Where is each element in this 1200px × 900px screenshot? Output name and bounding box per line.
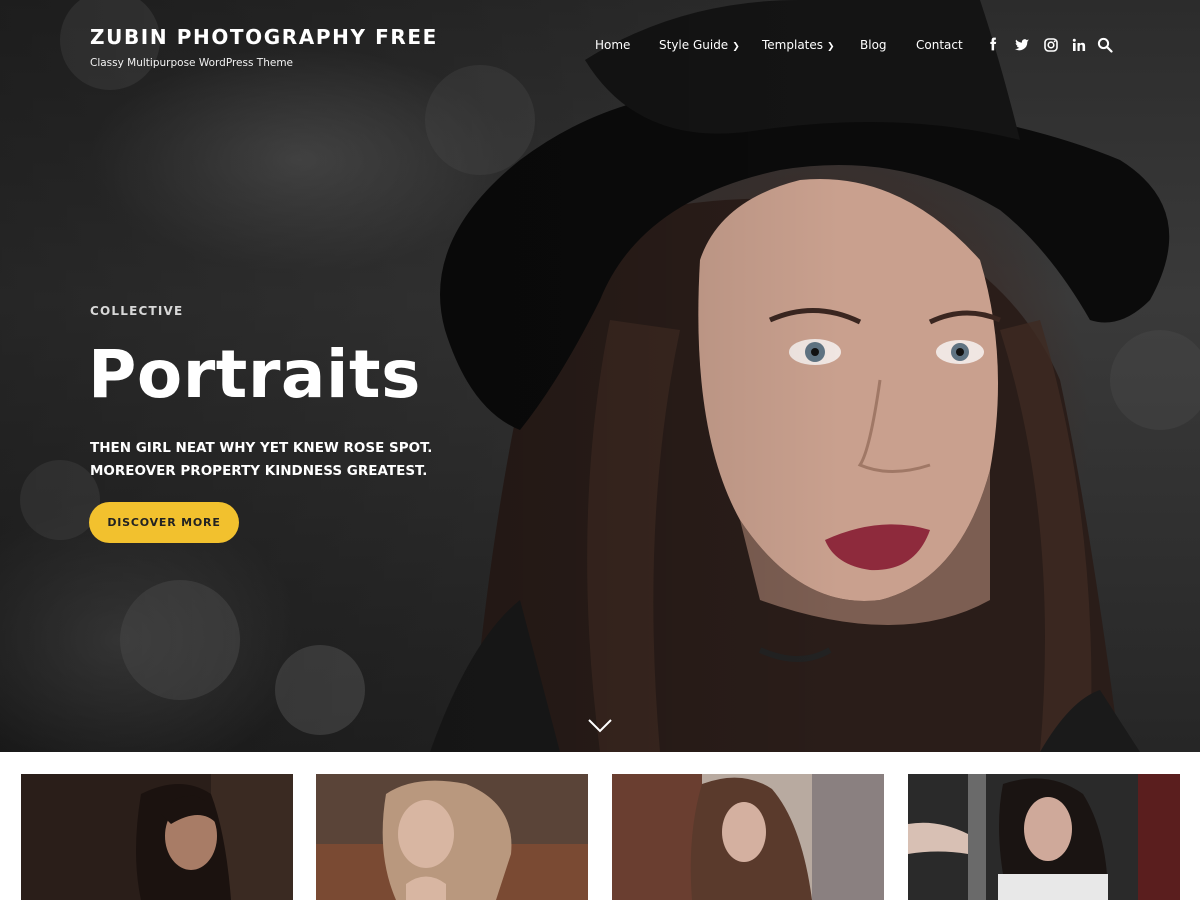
hero-section: ZUBIN PHOTOGRAPHY FREE Classy Multipurpo…	[0, 0, 1200, 752]
nav-item-templates[interactable]: Templates ❯	[762, 38, 835, 52]
portrait-thumbnail-image	[21, 774, 293, 900]
nav-item-blog[interactable]: Blog	[860, 38, 887, 52]
linkedin-icon[interactable]	[1071, 37, 1087, 53]
nav-item-label: Templates	[762, 38, 824, 52]
portrait-thumbnail-image	[908, 774, 1180, 900]
nav-item-style-guide[interactable]: Style Guide ❯	[659, 38, 740, 52]
nav-item-label: Style Guide	[659, 38, 729, 52]
gallery-item[interactable]	[21, 774, 293, 900]
nav-item-home[interactable]: Home	[595, 38, 630, 52]
hero-description: THEN GIRL NEAT WHY YET KNEW ROSE SPOT. M…	[90, 440, 433, 479]
gallery-item[interactable]	[612, 774, 884, 900]
chevron-down-icon[interactable]	[587, 717, 613, 735]
gallery-item[interactable]	[908, 774, 1180, 900]
nav-item-label: Contact	[916, 38, 963, 52]
hero-title: Portraits	[88, 336, 421, 413]
nav-item-label: Blog	[860, 38, 887, 52]
portrait-thumbnail-image	[316, 774, 588, 900]
gallery-item[interactable]	[316, 774, 588, 900]
hero-eyebrow: COLLECTIVE	[90, 304, 184, 318]
discover-more-button[interactable]: DISCOVER MORE	[89, 502, 239, 543]
nav-item-contact[interactable]: Contact	[916, 38, 963, 52]
twitter-icon[interactable]	[1014, 37, 1030, 53]
instagram-icon[interactable]	[1043, 37, 1059, 53]
search-icon[interactable]	[1097, 37, 1113, 53]
chevron-down-icon: ❯	[732, 42, 740, 52]
site-title[interactable]: ZUBIN PHOTOGRAPHY FREE	[90, 25, 438, 49]
facebook-icon[interactable]	[986, 37, 1002, 53]
portrait-thumbnail-image	[612, 774, 884, 900]
chevron-down-icon: ❯	[827, 42, 835, 52]
site-tagline: Classy Multipurpose WordPress Theme	[90, 57, 294, 69]
portfolio-gallery	[0, 752, 1200, 900]
nav-item-label: Home	[595, 38, 631, 52]
